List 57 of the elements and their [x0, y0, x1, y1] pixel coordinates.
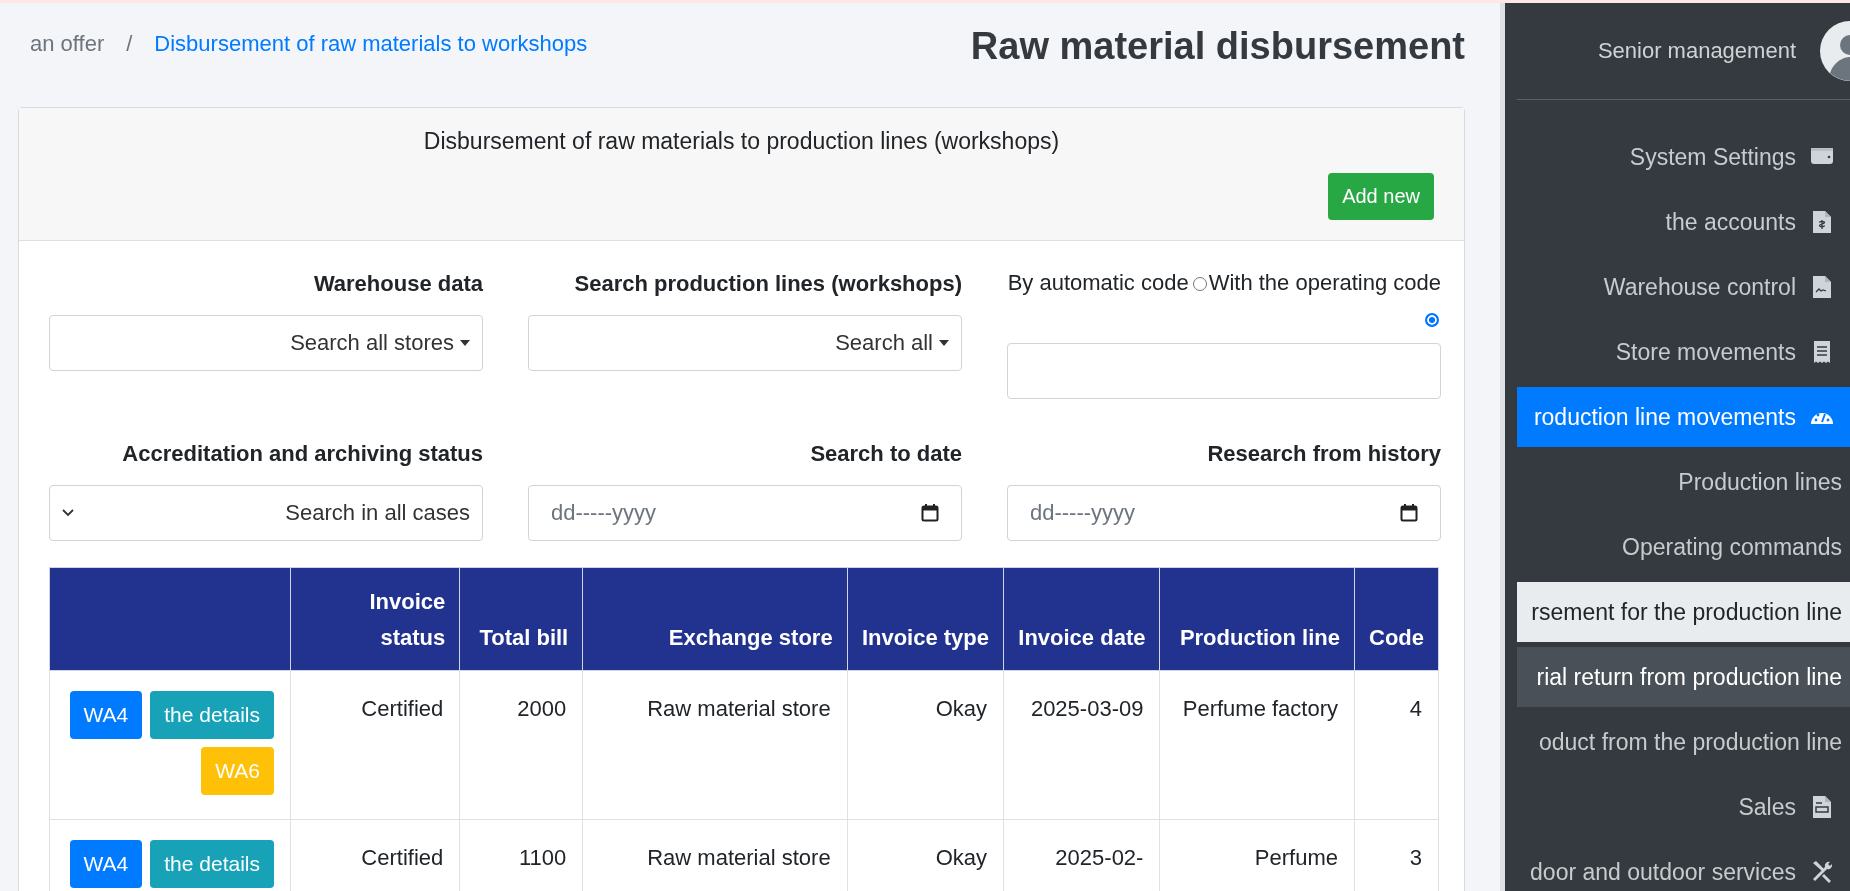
select-field[interactable]: Search in all cases — [49, 485, 483, 541]
filter-label: Search to date — [809, 441, 962, 467]
breadcrumb-separator: / — [126, 31, 133, 57]
breadcrumb-item: an offer — [30, 31, 105, 57]
card-title: Disbursement of raw materials to production lines (workshops) — [422, 128, 1061, 156]
sidebar-item[interactable]: oduct from the production line — [1517, 712, 1850, 772]
sidebar-item[interactable]: door and outdoor services — [1517, 842, 1850, 891]
sidebar-item[interactable]: System Settings — [1517, 127, 1850, 187]
table-cell: 4 — [1354, 670, 1439, 820]
sidebar-item[interactable]: the accounts — [1517, 192, 1850, 252]
table-cell: 2025-03-09 — [1003, 670, 1160, 820]
sidebar-item[interactable]: Operating commands — [1517, 517, 1850, 577]
page-title: Raw material disbursement — [970, 25, 1465, 68]
filter-label: Research from history — [1206, 441, 1441, 467]
action-button[interactable]: WA4 — [69, 691, 143, 739]
code-field[interactable] — [1007, 343, 1441, 399]
column-header: Production line — [1159, 567, 1355, 671]
sidebar-item[interactable]: rsement for the production line — [1517, 582, 1850, 642]
radio-label: By automatic code — [1007, 270, 1189, 295]
date-field[interactable]: dd-----yyyy — [528, 485, 962, 541]
document-icon — [1810, 795, 1834, 819]
filter-label: Search production lines (workshops) — [573, 271, 962, 297]
table-cell: 2000 — [459, 670, 583, 820]
sidebar-item[interactable]: Sales — [1517, 777, 1850, 837]
sidebar-item[interactable]: Warehouse control — [1517, 257, 1850, 317]
chevron-down-icon — [62, 509, 74, 517]
filter-label: Warehouse data — [312, 271, 483, 297]
radio-label: With the operating code — [1208, 270, 1441, 295]
filter-label: Accreditation and archiving status — [121, 441, 483, 467]
sidebar-item[interactable]: roduction line movements — [1517, 387, 1850, 447]
radio-button[interactable] — [1425, 313, 1439, 328]
table-cell: Raw material store — [582, 670, 848, 820]
sidebar-item[interactable]: Production lines — [1517, 452, 1850, 512]
select-field[interactable]: Search all — [528, 315, 962, 371]
table-cell: Okay — [847, 670, 1004, 820]
calendar-icon — [921, 504, 939, 522]
action-button[interactable]: WA4 — [69, 840, 143, 888]
user-name: Senior management — [1597, 38, 1796, 64]
breadcrumb-link[interactable]: Disbursement of raw materials to workshops — [154, 31, 588, 57]
column-header: Exchange store — [582, 567, 848, 671]
column-header: Code — [1354, 567, 1439, 671]
select-field[interactable]: Search all stores — [49, 315, 483, 371]
column-header: Invoice status — [290, 567, 460, 671]
calendar-icon — [1400, 504, 1418, 522]
invoice-icon — [1810, 210, 1834, 234]
column-header: Invoice date — [1003, 567, 1160, 671]
caret-icon — [460, 340, 470, 346]
date-field[interactable]: dd-----yyyy — [1007, 485, 1441, 541]
sidebar-item[interactable]: Store movements — [1517, 322, 1850, 382]
document-icon — [1810, 275, 1834, 299]
caret-icon — [939, 340, 949, 346]
sidebar-item[interactable]: rial return from production line — [1517, 647, 1850, 707]
table-cell: Perfume factory — [1159, 670, 1355, 820]
radio-button[interactable] — [1192, 277, 1207, 292]
column-header: Total bill — [459, 567, 583, 671]
column-header: Invoice type — [847, 567, 1004, 671]
table-cell: Certified — [290, 670, 460, 820]
